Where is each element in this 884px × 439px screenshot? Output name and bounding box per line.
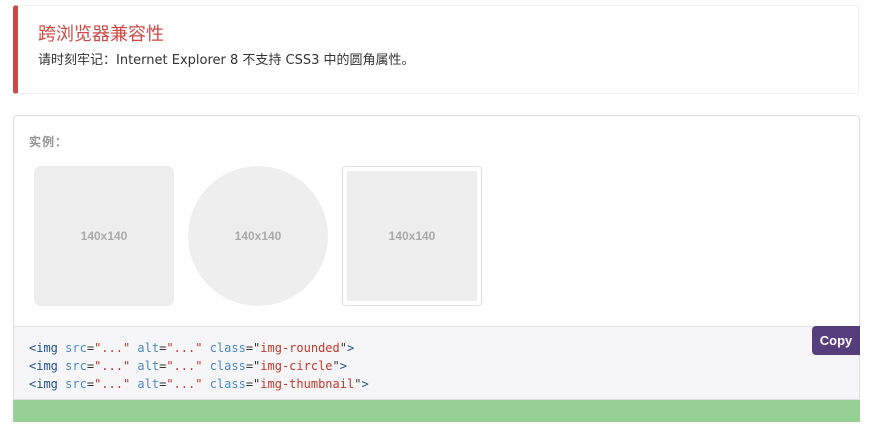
code-tag-open: <img	[29, 341, 58, 355]
circle-image-placeholder: 140x140	[188, 166, 328, 306]
code-attr-class: class	[209, 359, 246, 373]
code-block: <img src="..." alt="..." class="img-roun…	[13, 326, 860, 400]
example-label: 实例：	[29, 135, 69, 149]
thumbnail-image-frame: 140x140	[342, 166, 482, 306]
code-line: <img src="..." alt="..." class="img-thum…	[29, 377, 369, 391]
code-tag-close: >	[339, 359, 347, 373]
code-attr-alt: alt	[137, 341, 160, 355]
code-src-value: "..."	[94, 377, 131, 391]
code-class-value: img-rounded	[260, 341, 340, 355]
placeholder-size-label: 140x140	[388, 229, 436, 243]
code-attr-src: src	[65, 341, 87, 355]
code-tag-open: <img	[29, 359, 58, 373]
code-alt-value: "..."	[166, 377, 203, 391]
code-tag-open: <img	[29, 377, 58, 391]
callout-title: 跨浏览器兼容性	[38, 24, 164, 45]
code-alt-value: "..."	[166, 359, 203, 373]
thumbnail-image-placeholder: 140x140	[347, 171, 477, 301]
placeholder-size-label: 140x140	[80, 229, 128, 243]
code-tag-close: >	[347, 341, 355, 355]
callout-text: 请时刻牢记：Internet Explorer 8 不支持 CSS3 中的圆角属…	[38, 53, 415, 68]
code-src-value: "..."	[94, 359, 131, 373]
code-alt-value: "..."	[166, 341, 203, 355]
example-panel: 实例： 140x140 140x140 140x140	[13, 115, 860, 327]
code-attr-alt: alt	[137, 377, 160, 391]
code-attr-src: src	[65, 359, 87, 373]
code-line: <img src="..." alt="..." class="img-circ…	[29, 359, 347, 373]
placeholder-size-label: 140x140	[234, 229, 282, 243]
code-class-value: img-circle	[260, 359, 333, 373]
code-class-value: img-thumbnail	[260, 377, 355, 391]
code-tag-close: >	[361, 377, 369, 391]
code-src-value: "..."	[94, 341, 131, 355]
warning-callout: 跨浏览器兼容性 请时刻牢记：Internet Explorer 8 不支持 CS…	[13, 5, 859, 94]
code-attr-src: src	[65, 377, 87, 391]
status-bar	[13, 400, 860, 422]
code-attr-class: class	[209, 341, 246, 355]
code-line: <img src="..." alt="..." class="img-roun…	[29, 341, 355, 355]
copy-button[interactable]: Copy	[812, 326, 860, 355]
code-attr-alt: alt	[137, 359, 160, 373]
code-attr-class: class	[209, 377, 246, 391]
rounded-image-placeholder: 140x140	[34, 166, 174, 306]
page: 跨浏览器兼容性 请时刻牢记：Internet Explorer 8 不支持 CS…	[0, 0, 884, 439]
